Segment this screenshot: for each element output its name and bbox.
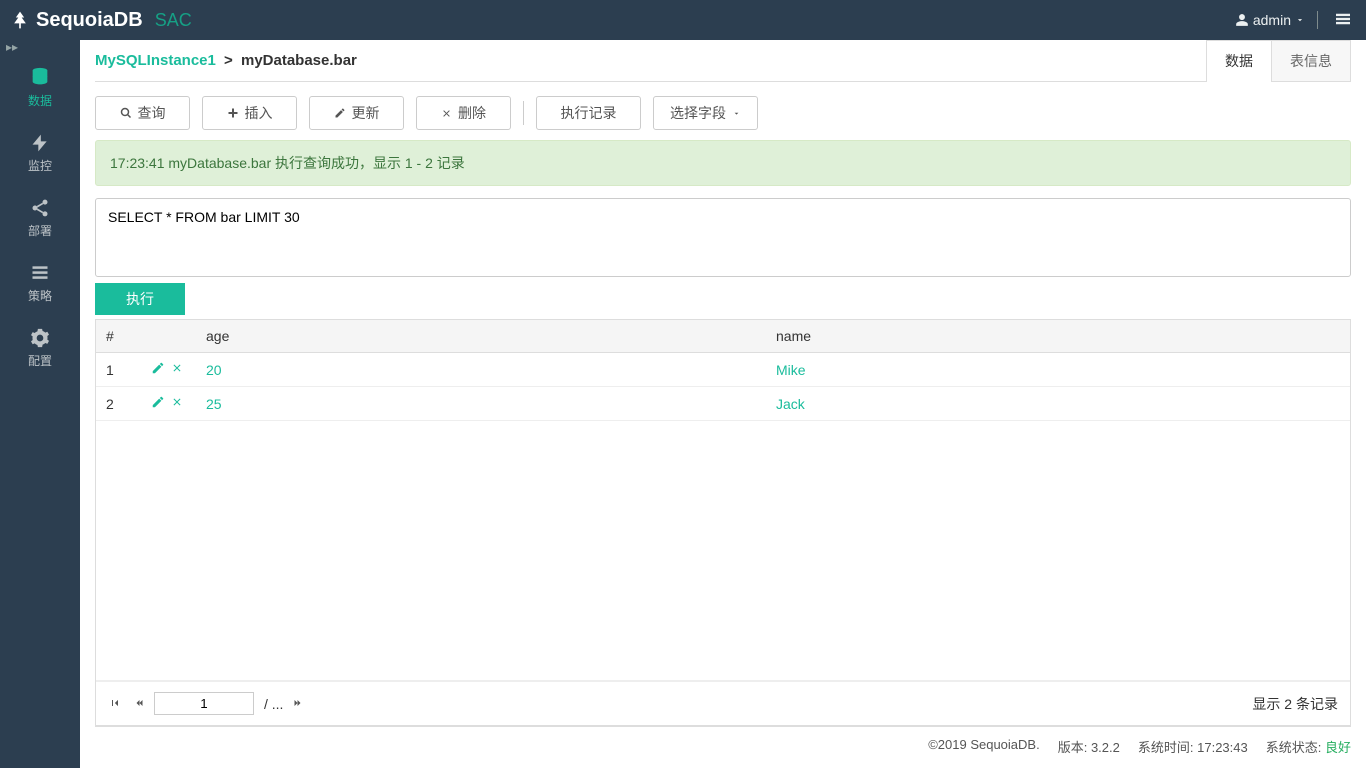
menu-button[interactable] [1330,8,1356,33]
caret-down-icon [732,109,741,118]
toolbar: 查询 插入 更新 删除 执行记录 选择字段 [95,82,1351,140]
col-age-header: age [196,320,766,353]
footer-copyright: ©2019 SequoiaDB. [928,737,1040,756]
page-total: / ... [264,696,283,712]
user-menu[interactable]: admin [1235,12,1305,28]
database-icon [29,66,51,88]
pager-summary: 显示 2 条记录 [1252,694,1338,714]
share-icon [30,198,50,218]
execute-button[interactable]: 执行 [95,283,185,315]
sidebar-item-deploy[interactable]: 部署 [0,186,80,251]
caret-down-icon [1295,15,1305,25]
col-actions-header [141,320,196,353]
delete-row-button[interactable] [171,395,183,412]
first-page-icon [108,697,122,709]
page-input[interactable] [154,692,254,715]
footer-time: 系统时间: 17:23:43 [1138,737,1248,756]
sidebar: ▸▸ 数据 监控 部署 策略 配置 [0,40,80,768]
edit-icon [151,395,165,409]
breadcrumb: MySQLInstance1 > myDatabase.bar [95,52,357,69]
footer: ©2019 SequoiaDB. 版本: 3.2.2 系统时间: 17:23:4… [95,726,1351,768]
pagination: / ... 显示 2 条记录 [96,681,1350,725]
cell-index: 2 [96,387,141,421]
breadcrumb-instance[interactable]: MySQLInstance1 [95,52,216,69]
cell-age[interactable]: 25 [206,396,222,412]
sidebar-item-data[interactable]: 数据 [0,54,80,121]
delete-button[interactable]: 删除 [416,96,511,130]
toolbar-separator [523,101,524,125]
pager-next-button[interactable] [293,696,305,712]
breadcrumb-sep: > [224,52,233,69]
cell-name[interactable]: Mike [776,362,806,378]
status-message: 17:23:41 myDatabase.bar 执行查询成功，显示 1 - 2 … [95,140,1351,186]
insert-button[interactable]: 插入 [202,96,297,130]
pager-first-button[interactable] [108,696,122,712]
sidebar-expand-toggle[interactable]: ▸▸ [0,40,80,54]
table-row: 2 25 Jack [96,387,1350,421]
result-table-container: # age name 1 [95,319,1351,726]
header-divider [1317,11,1318,29]
breadcrumb-table: myDatabase.bar [241,52,357,69]
sidebar-label: 策略 [28,287,52,304]
sidebar-item-strategy[interactable]: 策略 [0,251,80,316]
menu-icon [1334,12,1352,26]
update-button[interactable]: 更新 [309,96,404,130]
sidebar-label: 数据 [28,92,52,109]
close-icon [171,362,183,374]
user-icon [1235,13,1249,27]
col-index-header: # [96,320,141,353]
bolt-icon [30,133,50,153]
delete-row-button[interactable] [171,361,183,378]
table-row: 1 20 Mike [96,353,1350,387]
close-icon [441,108,452,119]
pager-prev-button[interactable] [132,696,144,712]
close-icon [171,396,183,408]
query-button[interactable]: 查询 [95,96,190,130]
app-header: SequoiaDB SAC admin [0,0,1366,40]
tab-schema[interactable]: 表信息 [1271,41,1350,81]
content-tabs: 数据 表信息 [1206,40,1351,81]
cell-name[interactable]: Jack [776,396,805,412]
footer-status: 系统状态: 良好 [1266,737,1351,756]
col-name-header: name [766,320,1350,353]
chevron-right-double-icon: ▸▸ [6,40,18,54]
cell-age[interactable]: 20 [206,362,222,378]
sidebar-label: 配置 [28,352,52,369]
select-fields-button[interactable]: 选择字段 [653,96,758,130]
table-empty-space [96,421,1350,681]
user-name: admin [1253,12,1291,28]
brand-logo: SequoiaDB SAC [10,9,192,32]
list-icon [30,263,50,283]
main-content: MySQLInstance1 > myDatabase.bar 数据 表信息 查… [80,40,1366,768]
edit-icon [151,361,165,375]
search-icon [120,107,132,119]
brand-text: SequoiaDB [36,9,143,32]
plus-icon [227,107,239,119]
edit-row-button[interactable] [151,395,165,412]
brand-sac: SAC [155,10,192,31]
edit-row-button[interactable] [151,361,165,378]
sidebar-item-config[interactable]: 配置 [0,316,80,381]
sql-input[interactable] [95,198,1351,277]
edit-icon [334,107,346,119]
history-button[interactable]: 执行记录 [536,96,641,130]
gears-icon [30,328,50,348]
tab-data[interactable]: 数据 [1207,41,1271,82]
result-table: # age name 1 [96,320,1350,681]
cell-index: 1 [96,353,141,387]
next-page-icon [293,697,305,709]
sidebar-label: 监控 [28,157,52,174]
tree-icon [10,10,30,30]
prev-page-icon [132,697,144,709]
sidebar-label: 部署 [28,222,52,239]
footer-version: 版本: 3.2.2 [1058,737,1120,756]
sidebar-item-monitor[interactable]: 监控 [0,121,80,186]
